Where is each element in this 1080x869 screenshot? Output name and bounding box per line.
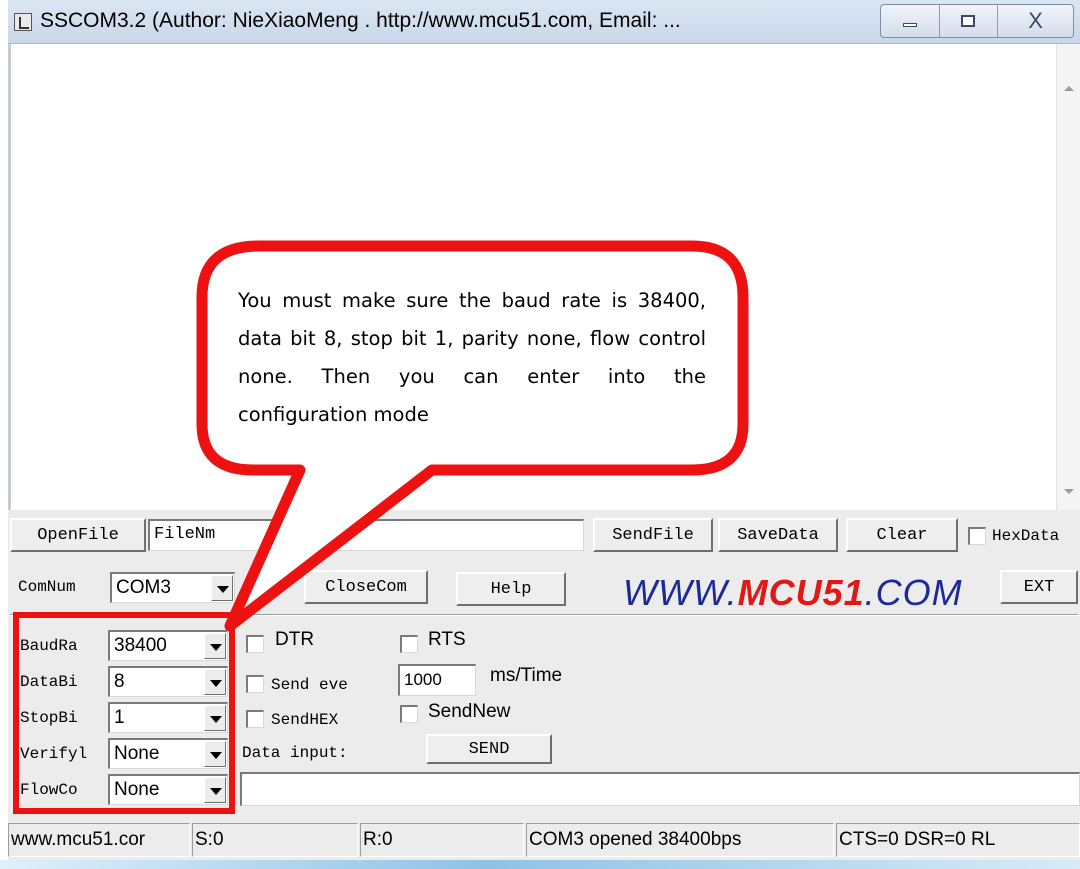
- settings-highlight-box: [13, 612, 235, 814]
- callout-text: You must make sure the baud rate is 3840…: [238, 289, 706, 426]
